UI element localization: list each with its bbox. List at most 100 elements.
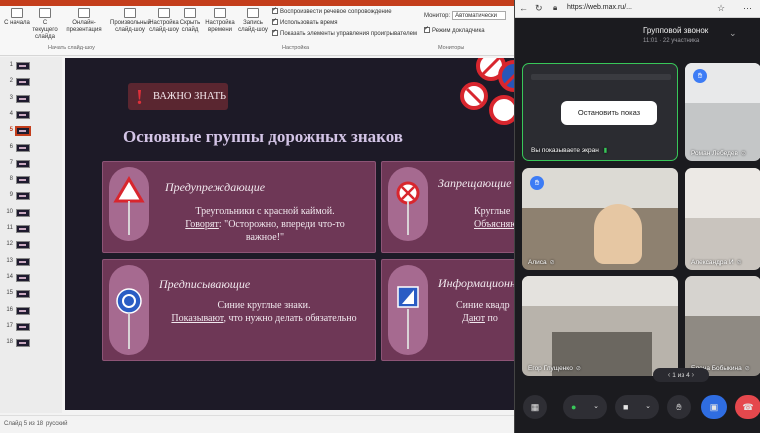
slide-thumbnail[interactable]: 17 <box>4 322 60 334</box>
participant-tile[interactable]: ✋︎ Алиса ⊘ <box>522 168 678 270</box>
presenter-view-checkbox[interactable]: Режим докладчика <box>424 25 485 34</box>
rehearse-timings-button[interactable]: Настройка времени <box>204 8 236 44</box>
participant-tile[interactable]: ✋︎ Роман Лебедев ⊘ <box>685 63 760 161</box>
slide-number: 8 <box>9 176 13 183</box>
show-controls-checkbox[interactable]: Показать элементы управления проигрывате… <box>272 28 417 37</box>
sign-pill <box>388 167 428 241</box>
setup-icon <box>158 8 170 18</box>
slide-preview <box>16 225 30 233</box>
slide-thumbnail[interactable]: 15 <box>4 289 60 301</box>
slide-thumbnail[interactable]: 11 <box>4 224 60 236</box>
browser-window: ← ↻ 🔒︎ https://web.max.ru/... ☆ ⋯ Группо… <box>514 0 760 433</box>
mic-off-icon: ⊘ <box>740 151 746 157</box>
participant-name: Роман Лебедев ⊘ <box>691 150 746 157</box>
video-frame <box>685 168 760 218</box>
slide-number: 15 <box>6 290 13 297</box>
video-background <box>522 168 678 208</box>
chevron-right-icon[interactable]: › <box>692 370 695 379</box>
record-show-button[interactable]: Запись слайд-шоу <box>238 8 268 44</box>
apps-button[interactable]: ▦ <box>523 395 547 419</box>
raise-hand-button[interactable]: ✋︎ <box>667 395 691 419</box>
slide-preview <box>16 159 30 168</box>
slide-thumbnail[interactable]: 5 <box>4 126 60 138</box>
road-signs-decoration <box>460 58 516 125</box>
stop-share-button[interactable]: Остановить показ <box>561 101 657 125</box>
ribbon-tab-bar[interactable] <box>0 0 516 6</box>
slide-thumbnail[interactable]: 7 <box>4 159 60 171</box>
slide-thumbnail[interactable]: 18 <box>4 338 60 350</box>
participant-tile[interactable]: Александра И ⊘ <box>685 168 760 270</box>
slide-preview <box>16 290 30 299</box>
call-title: Групповой звонок <box>643 26 709 35</box>
end-call-button[interactable]: ☎ <box>735 395 760 419</box>
raised-hand-icon: ✋︎ <box>676 402 682 412</box>
chevron-down-icon[interactable]: ⌄ <box>593 395 599 419</box>
slide-thumbnail[interactable]: 16 <box>4 306 60 318</box>
video-frame <box>522 276 678 306</box>
slide-thumbnail[interactable]: 9 <box>4 191 60 203</box>
slide-thumbnail[interactable]: 8 <box>4 175 60 187</box>
lock-icon: 🔒︎ <box>553 3 558 12</box>
mic-off-icon: ⊘ <box>744 366 750 372</box>
card-warning: Предупреждающие Треугольники с красной к… <box>102 161 376 253</box>
participant-tile[interactable]: Егор Глущенко ⊘ <box>522 276 678 376</box>
participant-name: Алиса ⊘ <box>528 259 555 266</box>
slide-thumbnail[interactable]: 4 <box>4 110 60 122</box>
participant-tile[interactable]: Елена Бобыкина ⊘ <box>685 276 760 376</box>
slide-thumbnail[interactable]: 13 <box>4 257 60 269</box>
setup-show-button[interactable]: Настройка слайд-шоу <box>147 8 181 44</box>
slide-preview <box>16 176 30 185</box>
slide-number: 9 <box>9 192 13 199</box>
slide-number: 11 <box>6 225 13 231</box>
slide-thumbnail[interactable]: 6 <box>4 143 60 155</box>
slide-thumbnail[interactable]: 12 <box>4 240 60 252</box>
slide-preview <box>16 322 30 331</box>
sign-pole <box>128 201 130 235</box>
slide-thumbnail[interactable]: 1 <box>4 61 60 73</box>
chevron-down-icon[interactable]: ⌄ <box>645 395 651 419</box>
chevron-down-icon[interactable]: ⌄ <box>729 28 737 39</box>
card-prohibiting: Запрещающие Круглые Объясняют <box>381 161 516 253</box>
card-informational: Информационные Синие квадр Дают по <box>381 259 516 361</box>
slide-preview <box>16 110 30 119</box>
favorite-icon[interactable]: ☆ <box>717 3 725 14</box>
slide-thumbnail[interactable]: 2 <box>4 77 60 89</box>
online-presentation-button[interactable]: Онлайн-презентация <box>64 8 104 44</box>
back-icon[interactable]: ← <box>519 3 528 13</box>
menu-icon[interactable]: ⋯ <box>743 3 752 14</box>
screen: С начала С текущего слайда Онлайн-презен… <box>0 0 760 433</box>
from-current-button[interactable]: С текущего слайда <box>30 8 60 44</box>
self-tile: Остановить показ Вы показываете экран ▮ <box>522 63 678 161</box>
custom-show-button[interactable]: Произвольный слайд-шоу <box>110 8 151 44</box>
slide-thumbnail[interactable]: 10 <box>4 208 60 220</box>
monitor-select[interactable]: Монитор: Автоматически <box>424 11 507 20</box>
sign-pole <box>128 313 130 349</box>
url-field[interactable]: https://web.max.ru/... <box>567 4 632 11</box>
chevron-left-icon[interactable]: ‹ <box>668 370 671 379</box>
slide-number: 3 <box>9 94 13 101</box>
group-label-monitors: Мониторы <box>438 45 465 51</box>
slideshow-start-icon <box>11 8 23 18</box>
slide-preview <box>16 306 30 315</box>
group-label-start: Начать слайд-шоу <box>48 45 95 51</box>
slide-thumbnail[interactable]: 14 <box>4 273 60 285</box>
share-screen-button[interactable]: ▣ <box>701 395 727 419</box>
slide-number: 14 <box>6 273 13 280</box>
language-indicator[interactable]: русский <box>46 421 68 427</box>
use-timings-checkbox[interactable]: Использовать время <box>272 17 338 26</box>
camera-button[interactable]: ■ ⌄ <box>615 395 659 419</box>
refresh-icon[interactable]: ↻ <box>535 3 543 14</box>
slide-number: 7 <box>9 159 13 166</box>
hide-slide-button[interactable]: Скрыть слайд <box>178 8 202 44</box>
card-title: Запрещающие <box>438 176 512 190</box>
mic-off-icon: ⊘ <box>575 366 581 372</box>
narration-checkbox[interactable]: Воспроизвести речевое сопровождение <box>272 6 392 15</box>
slide-thumbnail[interactable]: 3 <box>4 94 60 106</box>
timer-icon <box>214 8 226 18</box>
from-beginning-button[interactable]: С начала <box>2 8 32 44</box>
slide-counter: Слайд 5 из 18 <box>4 421 44 427</box>
microphone-button[interactable]: ● ⌄ <box>563 395 607 419</box>
slide-preview <box>16 339 30 348</box>
slide-number: 10 <box>6 208 13 215</box>
ribbon: С начала С текущего слайда Онлайн-презен… <box>0 0 516 56</box>
